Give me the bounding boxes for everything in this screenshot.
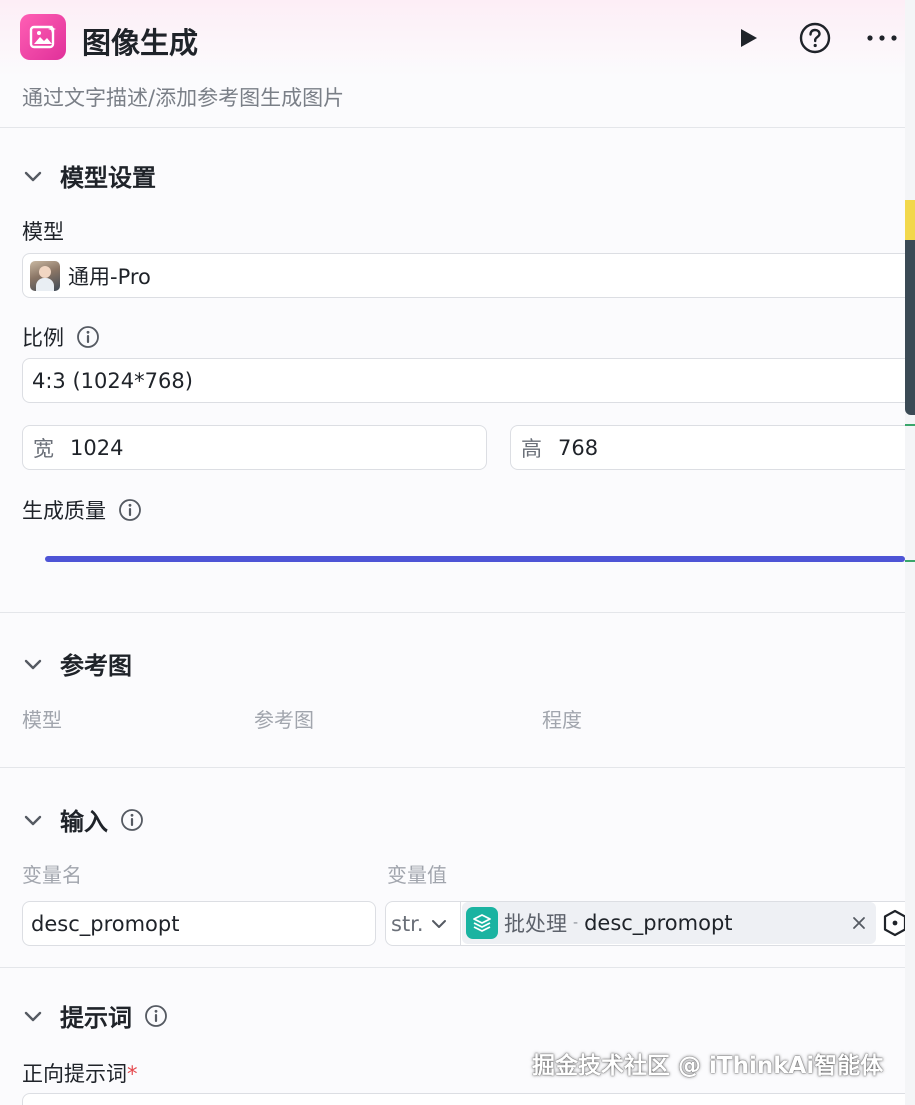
variable-name-input[interactable]: desc_promopt	[22, 901, 376, 946]
batch-layers-icon	[466, 907, 498, 939]
width-prefix: 宽	[33, 436, 54, 461]
height-prefix: 高	[521, 436, 542, 461]
info-icon[interactable]	[118, 498, 142, 522]
chevron-down-icon	[24, 171, 42, 181]
divider	[0, 967, 905, 968]
variable-link-icon[interactable]	[880, 908, 905, 938]
reference-col-model: 模型	[22, 708, 62, 732]
panel-header: 图像生成 通过文字描述/添加参考图生成图片	[0, 0, 905, 128]
quality-label-row: 生成质量	[22, 495, 142, 525]
type-select[interactable]: str.	[391, 902, 461, 945]
quality-slider[interactable]	[45, 556, 905, 562]
input-col-name: 变量名	[22, 863, 82, 887]
canvas-edge	[905, 0, 915, 1105]
info-icon[interactable]	[144, 1004, 168, 1028]
quality-label: 生成质量	[22, 499, 106, 523]
model-label: 模型	[22, 220, 64, 244]
reference-separator: -	[573, 915, 579, 931]
run-button[interactable]	[730, 20, 766, 56]
input-col-value: 变量值	[387, 863, 447, 887]
section-header-input[interactable]: 输入	[22, 802, 144, 837]
chevron-down-icon	[24, 815, 42, 825]
ratio-label-row: 比例	[22, 322, 100, 352]
positive-prompt-input[interactable]	[22, 1093, 905, 1105]
section-title: 提示词	[60, 1004, 132, 1032]
node-title: 图像生成	[82, 26, 199, 60]
info-icon[interactable]	[76, 325, 100, 349]
width-value: 1024	[70, 435, 124, 460]
model-avatar	[30, 260, 60, 291]
reference-source: 批处理	[504, 912, 567, 936]
watermark: 掘金技术社区 @ iThinkAi智能体	[532, 1053, 884, 1079]
height-input[interactable]: 高 768	[510, 425, 905, 470]
canvas-edge-line	[905, 424, 915, 426]
play-icon	[741, 29, 757, 47]
reference-variable: desc_promopt	[584, 911, 733, 935]
chevron-down-icon	[24, 1011, 42, 1021]
info-icon[interactable]	[120, 808, 144, 832]
help-button[interactable]	[797, 20, 833, 56]
image-sparkle-icon	[29, 25, 56, 49]
node-config-panel: 图像生成 通过文字描述/添加参考图生成图片 模型设置 模型 通用-Pro 比例 …	[0, 0, 905, 1105]
more-button[interactable]	[864, 20, 900, 56]
reference-col-degree: 程度	[542, 708, 582, 732]
more-horizontal-icon	[867, 35, 897, 41]
reference-col-image: 参考图	[254, 708, 314, 732]
help-circle-icon	[799, 22, 831, 54]
image-generation-app-icon	[20, 14, 66, 60]
positive-prompt-label-row: 正向提示词*	[22, 1058, 138, 1088]
section-header-reference[interactable]: 参考图	[22, 646, 132, 681]
type-value: str.	[391, 911, 424, 936]
ratio-value: 4:3 (1024*768)	[32, 368, 193, 393]
section-title: 输入	[60, 808, 108, 836]
section-title: 模型设置	[60, 164, 156, 192]
section-header-model-settings[interactable]: 模型设置	[22, 158, 156, 193]
width-input[interactable]: 宽 1024	[22, 425, 487, 470]
ratio-select[interactable]: 4:3 (1024*768)	[22, 358, 905, 403]
variable-reference-chip[interactable]: 批处理 - desc_promopt	[462, 902, 876, 944]
chevron-down-icon	[24, 659, 42, 669]
section-title: 参考图	[60, 652, 132, 680]
model-select[interactable]: 通用-Pro	[22, 253, 905, 298]
chevron-down-icon	[431, 919, 446, 928]
canvas-node-tag	[905, 200, 915, 240]
canvas-edge-line	[905, 560, 915, 562]
required-mark: *	[127, 1062, 138, 1086]
positive-prompt-label: 正向提示词	[22, 1062, 127, 1086]
model-value: 通用-Pro	[68, 264, 151, 289]
divider	[0, 767, 905, 768]
divider	[0, 612, 905, 613]
node-description: 通过文字描述/添加参考图生成图片	[22, 86, 345, 110]
height-value: 768	[558, 435, 599, 460]
section-header-prompt[interactable]: 提示词	[22, 998, 168, 1033]
ratio-label: 比例	[22, 326, 64, 350]
close-icon[interactable]	[852, 916, 866, 930]
variable-name-value: desc_promopt	[31, 911, 180, 936]
